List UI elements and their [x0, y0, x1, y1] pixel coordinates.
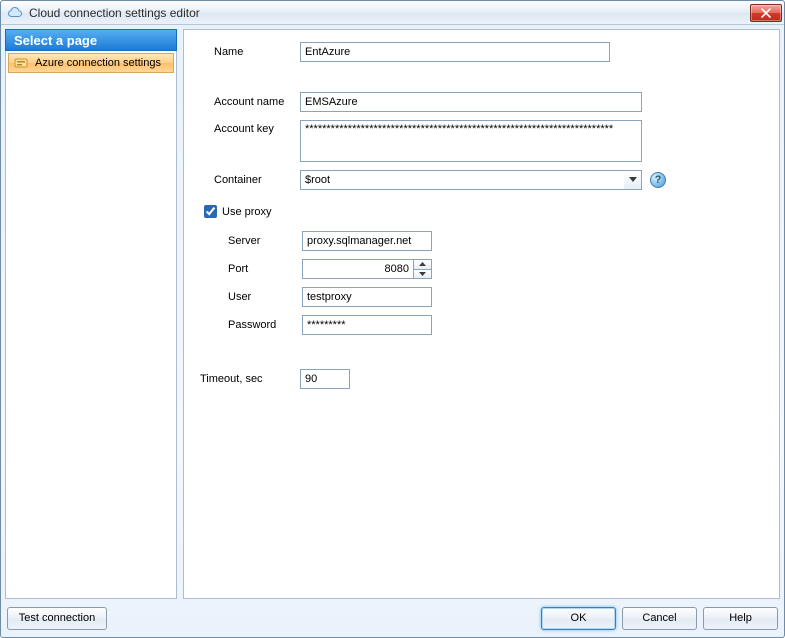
row-proxy-password: Password: [228, 315, 765, 335]
client-area: Select a page Azure connection settings …: [5, 29, 780, 633]
sidebar-header: Select a page: [5, 29, 177, 51]
titlebar[interactable]: Cloud connection settings editor: [1, 1, 784, 25]
use-proxy-checkbox[interactable]: [204, 205, 217, 218]
port-spin[interactable]: [414, 259, 432, 279]
proxy-server-label: Server: [228, 235, 260, 247]
name-label: Name: [214, 46, 243, 58]
close-icon: [761, 8, 771, 18]
row-timeout: Timeout, sec: [200, 369, 765, 389]
account-name-input[interactable]: [300, 92, 642, 112]
row-proxy-port: Port: [228, 259, 765, 279]
workarea: Select a page Azure connection settings …: [5, 29, 780, 599]
container-label: Container: [214, 174, 262, 186]
container-combo[interactable]: [300, 170, 642, 190]
row-use-proxy: Use proxy: [200, 202, 765, 221]
row-proxy-server: Server: [228, 231, 765, 251]
proxy-user-label: User: [228, 291, 251, 303]
account-key-label: Account key: [214, 123, 274, 135]
row-account-key: Account key: [214, 120, 765, 162]
button-bar: Test connection OK Cancel Help: [5, 603, 780, 633]
row-account-name: Account name: [214, 92, 765, 112]
proxy-port-stepper[interactable]: [302, 259, 432, 279]
port-spin-down[interactable]: [414, 269, 431, 279]
help-button[interactable]: Help: [703, 607, 778, 630]
proxy-password-label: Password: [228, 319, 276, 331]
sidebar-item-azure[interactable]: Azure connection settings: [8, 53, 174, 73]
test-connection-button[interactable]: Test connection: [7, 607, 107, 630]
proxy-port-label: Port: [228, 263, 248, 275]
container-dropdown-button[interactable]: [624, 170, 642, 190]
close-button[interactable]: [750, 4, 782, 22]
form-panel: Name Account name Account key Container: [183, 29, 780, 599]
port-spin-up[interactable]: [414, 260, 431, 269]
chevron-down-icon: [629, 177, 637, 183]
proxy-password-input[interactable]: [302, 315, 432, 335]
row-proxy-user: User: [228, 287, 765, 307]
proxy-block: Server Port Us: [228, 231, 765, 335]
account-name-label: Account name: [214, 96, 284, 108]
timeout-label: Timeout, sec: [200, 373, 263, 385]
sidebar: Select a page Azure connection settings: [5, 29, 177, 599]
row-container: Container ?: [214, 170, 765, 190]
chevron-down-icon: [419, 272, 426, 276]
account-key-input[interactable]: [300, 120, 642, 162]
sidebar-item-label: Azure connection settings: [35, 57, 161, 69]
ok-button[interactable]: OK: [541, 607, 616, 630]
proxy-user-input[interactable]: [302, 287, 432, 307]
cloud-icon: [7, 5, 23, 21]
help-icon[interactable]: ?: [650, 172, 666, 188]
timeout-input[interactable]: [300, 369, 350, 389]
proxy-port-input[interactable]: [302, 259, 414, 279]
azure-icon: [13, 55, 29, 71]
use-proxy-label[interactable]: Use proxy: [222, 206, 272, 218]
dialog-window: Cloud connection settings editor Select …: [0, 0, 785, 638]
row-name: Name: [214, 42, 765, 62]
chevron-up-icon: [419, 262, 426, 266]
proxy-server-input[interactable]: [302, 231, 432, 251]
cancel-button[interactable]: Cancel: [622, 607, 697, 630]
name-input[interactable]: [300, 42, 610, 62]
sidebar-list: Azure connection settings: [5, 51, 177, 599]
container-input[interactable]: [300, 170, 642, 190]
window-title: Cloud connection settings editor: [29, 6, 750, 20]
